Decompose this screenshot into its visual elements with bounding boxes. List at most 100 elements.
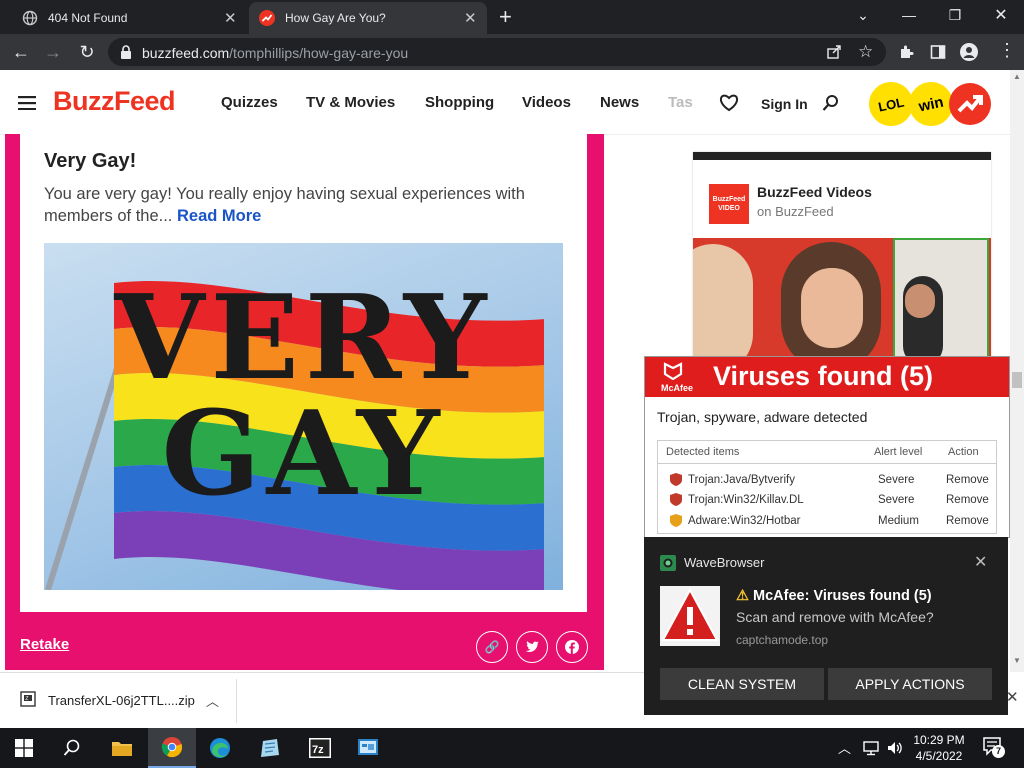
nav-news[interactable]: News (600, 94, 639, 111)
share-icon[interactable] (826, 44, 842, 60)
side-panel-icon[interactable] (930, 44, 946, 60)
warning-shield-icon (670, 514, 682, 527)
close-tab-icon[interactable]: ✕ (464, 9, 477, 27)
app-taskbar-button[interactable] (246, 728, 294, 768)
forward-icon[interactable]: → (38, 34, 68, 70)
system-clock[interactable]: 10:29 PM 4/5/2022 (910, 732, 968, 764)
clean-system-button[interactable]: CLEAN SYSTEM (660, 668, 824, 700)
notification-title: ⚠ McAfee: Viruses found (5) (736, 588, 932, 604)
hamburger-menu-icon[interactable] (18, 96, 36, 110)
result-image: VERY GAY (44, 243, 563, 590)
threat-name: Adware:Win32/Hotbar (688, 515, 801, 527)
nav-tv-movies[interactable]: TV & Movies (306, 94, 395, 111)
nav-shopping[interactable]: Shopping (425, 94, 494, 111)
chrome-taskbar-button[interactable] (148, 728, 196, 768)
col-detected-items: Detected items (666, 446, 740, 458)
clock-time: 10:29 PM (913, 733, 965, 747)
url-text[interactable]: buzzfeed.com/tomphillips/how-gay-are-you (142, 45, 408, 61)
edge-taskbar-button[interactable] (196, 728, 244, 768)
notification-app-name: WaveBrowser (684, 555, 765, 570)
volume-icon[interactable] (886, 740, 904, 756)
channel-subtitle: on BuzzFeed (757, 204, 834, 219)
control-panel-taskbar-button[interactable] (344, 728, 392, 768)
heart-icon[interactable] (719, 94, 739, 112)
page-scrollbar[interactable]: ▲ ▼ (1010, 70, 1024, 672)
back-icon[interactable]: ← (6, 34, 36, 70)
scroll-thumb[interactable] (1012, 372, 1022, 388)
menu-kebab-icon[interactable]: ⋮ (998, 40, 1016, 61)
7zip-icon: 7z (309, 738, 331, 758)
site-header: BuzzFeed Quizzes TV & Movies Shopping Vi… (0, 70, 1010, 135)
sidebar-video-card[interactable]: BuzzFeed VIDEO BuzzFeed Videos on BuzzFee… (693, 152, 991, 370)
bookmark-star-icon[interactable]: ☆ (858, 42, 873, 62)
network-icon[interactable] (862, 740, 880, 756)
scroll-up-icon[interactable]: ▲ (1013, 72, 1021, 81)
mcafee-virus-popup[interactable]: McAfee Viruses found (5) Trojan, spyware… (644, 356, 1010, 538)
person-left-image (693, 244, 753, 362)
tab-404-not-found[interactable]: 404 Not Found ✕ (8, 2, 246, 34)
reload-icon[interactable]: ↻ (72, 34, 102, 70)
minimize-button[interactable]: — (886, 0, 932, 30)
file-explorer-button[interactable] (98, 728, 146, 768)
close-window-button[interactable]: ✕ (978, 0, 1024, 30)
address-bar[interactable]: buzzfeed.com/tomphillips/how-gay-are-you… (108, 38, 886, 66)
divider (236, 679, 237, 723)
warning-image (660, 586, 720, 646)
svg-text:7z: 7z (312, 744, 324, 756)
extensions-icon[interactable] (898, 44, 914, 60)
copy-link-icon[interactable]: 🔗 (476, 631, 508, 663)
nav-tasty[interactable]: Tas (668, 94, 698, 111)
tab-how-gay-are-you[interactable]: How Gay Are You? ✕ (249, 2, 487, 34)
wavebrowser-notification[interactable]: WaveBrowser ✕ ⚠ McAfee: Viruses found (5… (644, 537, 1008, 715)
action-center-button[interactable]: 7 (982, 737, 1005, 762)
video-thumbnail[interactable] (693, 238, 991, 362)
notification-source: captchamode.top (736, 633, 829, 647)
new-tab-button[interactable]: + (499, 4, 512, 30)
buzzfeed-logo[interactable]: BuzzFeed (53, 86, 176, 117)
nav-videos[interactable]: Videos (522, 94, 571, 111)
start-button[interactable] (0, 728, 48, 768)
search-icon[interactable] (822, 94, 840, 112)
twitter-icon[interactable] (516, 631, 548, 663)
nav-quizzes[interactable]: Quizzes (221, 94, 278, 111)
inset-face (905, 284, 935, 318)
remove-action[interactable]: Remove (946, 515, 989, 527)
close-download-shelf-icon[interactable]: ✕ (1006, 688, 1019, 706)
remove-action[interactable]: Remove (946, 474, 989, 486)
control-panel-icon (358, 739, 378, 755)
notepad-icon (261, 739, 279, 757)
sign-in-link[interactable]: Sign In (761, 96, 808, 112)
threat-level: Medium (878, 515, 919, 527)
table-row: Trojan:Win32/Killav.DL Severe Remove (658, 491, 996, 511)
col-alert-level: Alert level (874, 446, 923, 458)
taskbar-search-button[interactable] (48, 728, 96, 768)
apply-actions-button[interactable]: APPLY ACTIONS (828, 668, 992, 700)
download-options-chevron-icon[interactable]: ︿ (206, 691, 219, 710)
folder-icon (112, 742, 132, 756)
tab-search-icon[interactable]: ⌄ (840, 0, 886, 30)
facebook-icon[interactable] (556, 631, 588, 663)
7zip-taskbar-button[interactable]: 7z (296, 728, 344, 768)
remove-action[interactable]: Remove (946, 494, 989, 506)
close-tab-icon[interactable]: ✕ (224, 9, 237, 27)
url-domain: buzzfeed.com (142, 45, 230, 61)
scroll-down-icon[interactable]: ▼ (1013, 656, 1021, 665)
profile-icon[interactable] (960, 43, 978, 61)
trending-badge-icon[interactable] (948, 82, 992, 126)
clock-date: 4/5/2022 (915, 749, 963, 763)
table-row: Trojan:Java/Bytverify Severe Remove (658, 471, 996, 491)
read-more-link[interactable]: Read More (177, 207, 261, 225)
windows-taskbar: 7z ︿ 10:29 PM 4/5/2022 7 (0, 728, 1024, 768)
lock-icon[interactable] (120, 45, 132, 59)
buzzfeed-video-logo: BuzzFeed VIDEO (709, 184, 749, 224)
channel-name[interactable]: BuzzFeed Videos (757, 184, 872, 200)
download-filename[interactable]: TransferXL-06j2TTL....zip (48, 693, 195, 708)
threat-shield-icon (670, 473, 682, 486)
close-notification-icon[interactable]: ✕ (974, 552, 987, 572)
buzzfeed-favicon-icon (259, 10, 275, 26)
chrome-icon (161, 737, 183, 758)
retake-link[interactable]: Retake (20, 636, 69, 653)
restore-button[interactable]: ❐ (932, 0, 978, 30)
mcafee-shield-icon (663, 362, 683, 380)
show-hidden-icons-chevron-icon[interactable]: ︿ (838, 738, 851, 757)
